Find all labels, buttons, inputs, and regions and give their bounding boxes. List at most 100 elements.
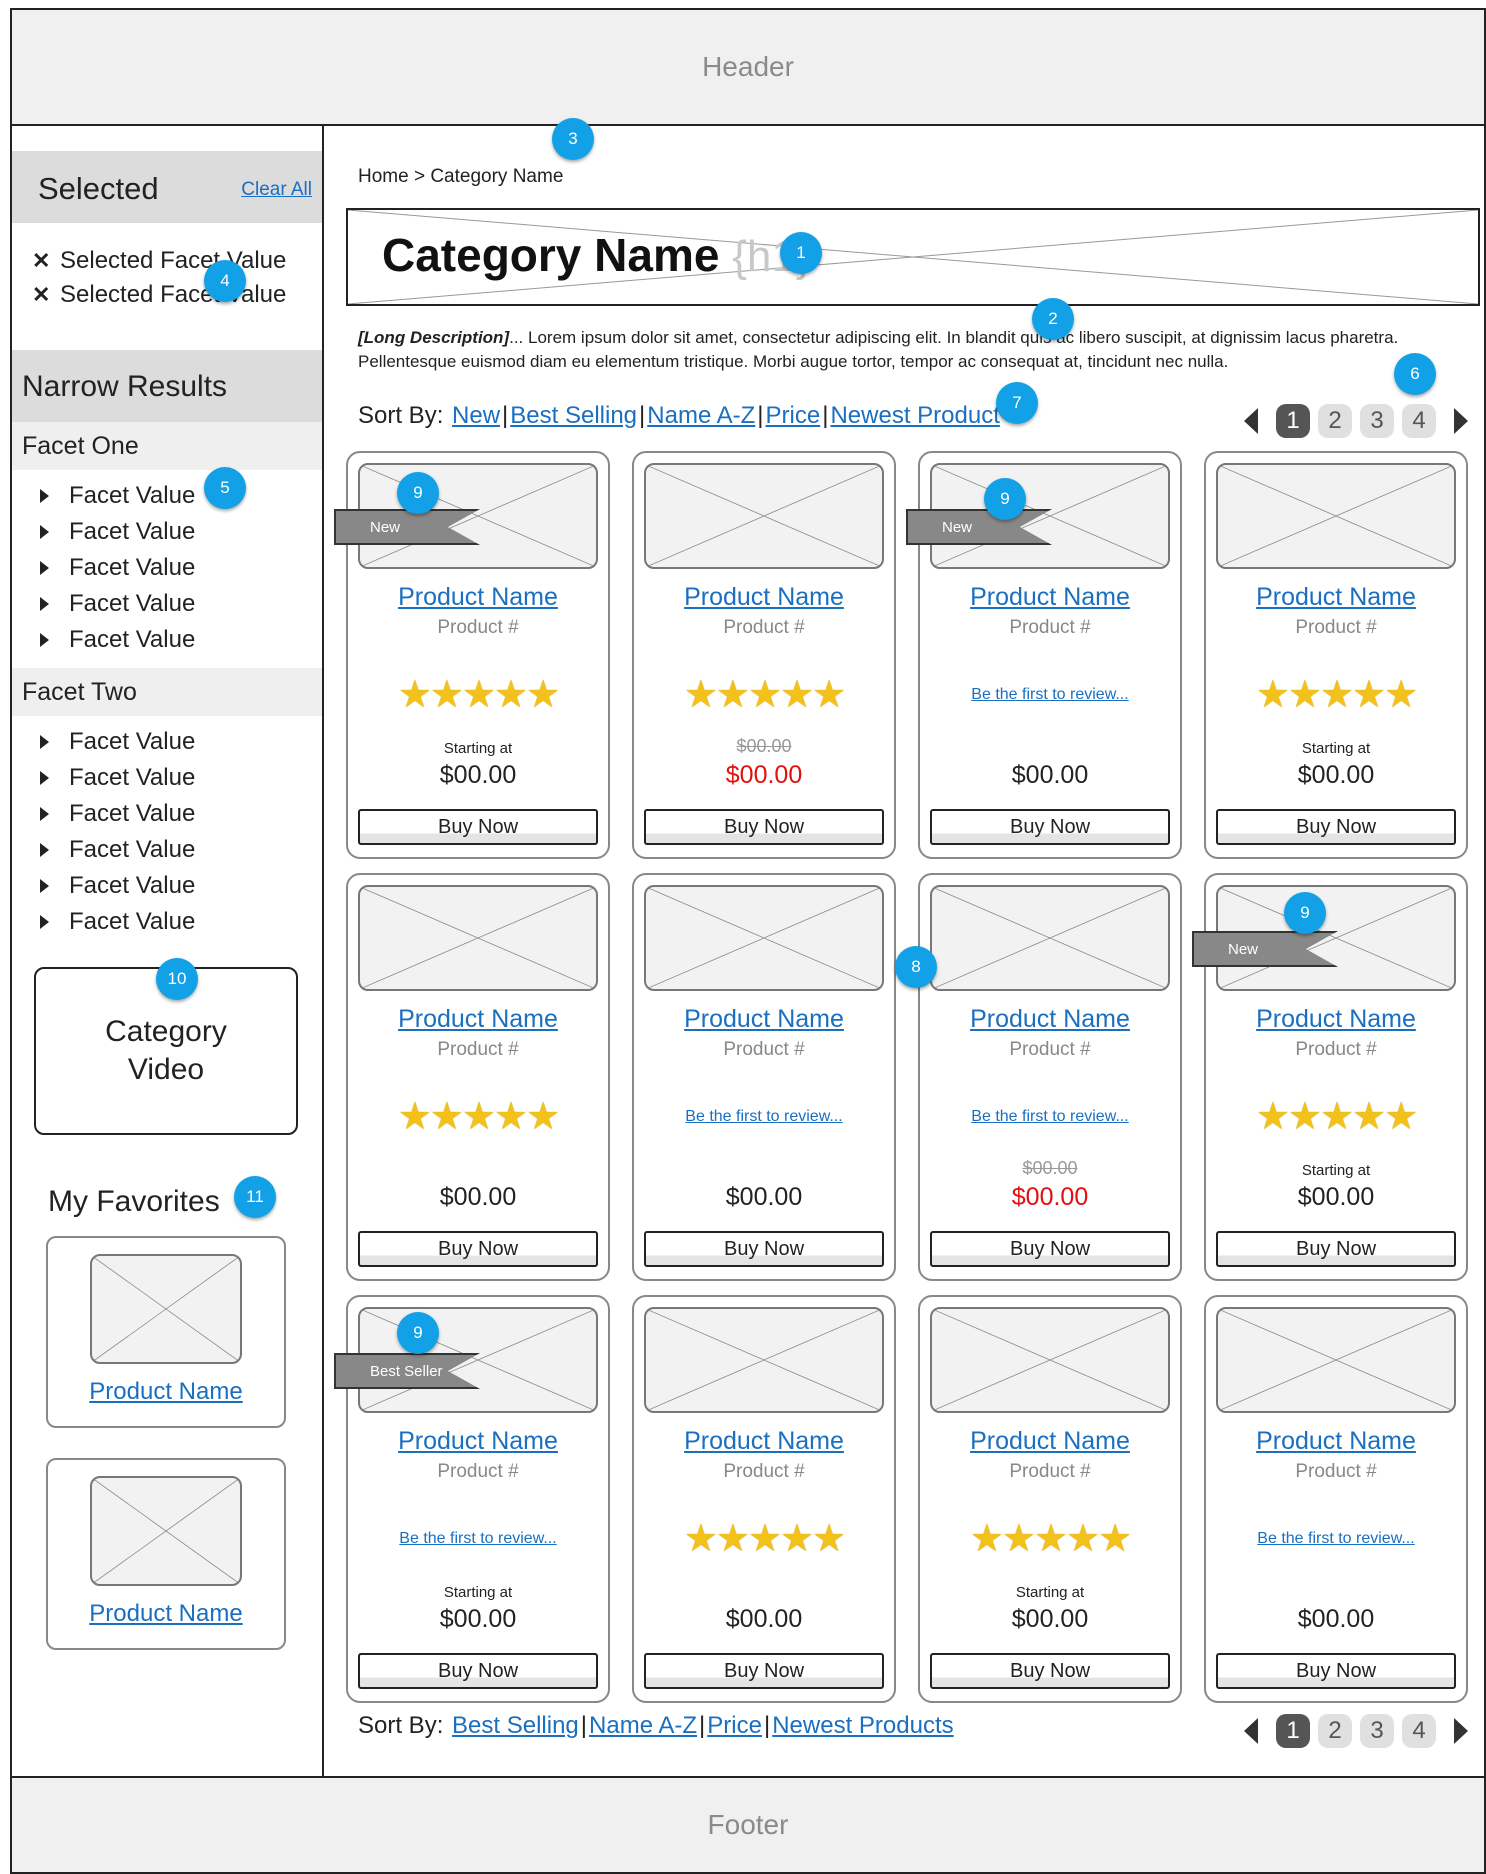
long-description: [Long Description]... Lorem ipsum dolor …	[358, 326, 1468, 374]
sort-option-newest[interactable]: Newest Products	[772, 1712, 953, 1739]
product-card[interactable]: New Product Name Product # Be the first to …	[906, 451, 1182, 859]
facet-value-item[interactable]: Facet Value	[40, 586, 195, 622]
sort-option-newest[interactable]: Newest Product	[830, 402, 999, 429]
page-button-2[interactable]: 2	[1318, 1714, 1352, 1748]
product-image-placeholder[interactable]	[644, 885, 884, 991]
buy-now-button[interactable]: Buy Now	[644, 1653, 884, 1689]
product-image-placeholder[interactable]	[644, 1307, 884, 1413]
facet-value-item[interactable]: Facet Value	[40, 832, 195, 868]
page-button-3[interactable]: 3	[1360, 404, 1394, 438]
product-name-link[interactable]: Product Name	[348, 1005, 608, 1034]
clear-all-link[interactable]: Clear All	[241, 179, 312, 201]
buy-now-button[interactable]: Buy Now	[358, 1653, 598, 1689]
product-image-placeholder	[90, 1476, 242, 1586]
favorite-product-link[interactable]: Product Name	[48, 1378, 284, 1406]
product-card[interactable]: New Product Name Product # ★★★★★ Starting at…	[1192, 873, 1468, 1281]
prev-page-icon[interactable]	[1244, 408, 1258, 434]
product-card[interactable]: Product Name Product # Be the first to rev…	[1204, 1295, 1468, 1703]
favorite-product-link[interactable]: Product Name	[48, 1600, 284, 1628]
product-name-link[interactable]: Product Name	[348, 583, 608, 612]
product-card[interactable]: Product Name Product # ★★★★★ Starting at $00…	[918, 1295, 1182, 1703]
facet-value-item[interactable]: Facet Value	[40, 622, 195, 658]
favorite-card[interactable]: Product Name	[46, 1458, 286, 1650]
facet-two-header[interactable]: Facet Two	[12, 668, 322, 716]
buy-now-button[interactable]: Buy Now	[644, 1231, 884, 1267]
sort-option-price[interactable]: Price	[707, 1712, 762, 1739]
first-review-link[interactable]: Be the first to review...	[920, 686, 1180, 704]
page-button-1[interactable]: 1	[1276, 404, 1310, 438]
first-review-link[interactable]: Be the first to review...	[920, 1108, 1180, 1126]
page-button-4[interactable]: 4	[1402, 1714, 1436, 1748]
product-card[interactable]: Product Name Product # ★★★★★ Starting at $00…	[1204, 451, 1468, 859]
page-button-2[interactable]: 2	[1318, 404, 1352, 438]
page-button-3[interactable]: 3	[1360, 1714, 1394, 1748]
buy-now-button[interactable]: Buy Now	[930, 1653, 1170, 1689]
facet-value-item[interactable]: Facet Value	[40, 796, 195, 832]
product-card[interactable]: Product Name Product # Be the first to rev…	[632, 873, 896, 1281]
selected-facet-item[interactable]: ✕ Selected Facet Value	[32, 244, 286, 278]
sort-option-new[interactable]: New	[452, 402, 500, 429]
sort-option-price[interactable]: Price	[766, 402, 821, 429]
page-button-1[interactable]: 1	[1276, 1714, 1310, 1748]
facet-value-item[interactable]: Facet Value	[40, 514, 195, 550]
sort-option-name-az[interactable]: Name A-Z	[589, 1712, 697, 1739]
first-review-link[interactable]: Be the first to review...	[634, 1108, 894, 1126]
product-name-link[interactable]: Product Name	[634, 1427, 894, 1456]
buy-now-button[interactable]: Buy Now	[930, 809, 1170, 845]
next-page-icon[interactable]	[1454, 1718, 1468, 1744]
page-title: Category Name {h1}	[382, 228, 811, 282]
product-card[interactable]: Product Name Product # ★★★★★ $00.00 Buy Now	[346, 873, 610, 1281]
facet-value-item[interactable]: Facet Value	[40, 868, 195, 904]
product-image-placeholder[interactable]	[930, 1307, 1170, 1413]
product-image-placeholder[interactable]	[1216, 463, 1456, 569]
buy-now-button[interactable]: Buy Now	[930, 1231, 1170, 1267]
selected-facet-item[interactable]: ✕ Selected Facet Value	[32, 278, 286, 312]
sort-option-best-selling[interactable]: Best Selling	[452, 1712, 579, 1739]
product-image-placeholder[interactable]	[1216, 1307, 1456, 1413]
buy-now-button[interactable]: Buy Now	[1216, 1653, 1456, 1689]
product-name-link[interactable]: Product Name	[920, 583, 1180, 612]
product-card[interactable]: Product Name Product # Be the first to rev…	[918, 873, 1182, 1281]
first-review-link[interactable]: Be the first to review...	[348, 1530, 608, 1548]
product-name-link[interactable]: Product Name	[920, 1427, 1180, 1456]
remove-icon[interactable]: ✕	[32, 248, 60, 274]
sort-option-best-selling[interactable]: Best Selling	[510, 402, 637, 429]
buy-now-button[interactable]: Buy Now	[1216, 1231, 1456, 1267]
product-name-link[interactable]: Product Name	[348, 1427, 608, 1456]
next-page-icon[interactable]	[1454, 408, 1468, 434]
facet-value-item[interactable]: Facet Value	[40, 760, 195, 796]
product-card[interactable]: Best Seller Product Name Product # Be the f…	[334, 1295, 610, 1703]
product-card[interactable]: New Product Name Product # ★★★★★ Starting at…	[334, 451, 610, 859]
sort-option-name-az[interactable]: Name A-Z	[647, 402, 755, 429]
prev-page-icon[interactable]	[1244, 1718, 1258, 1744]
product-image-placeholder[interactable]	[644, 463, 884, 569]
product-name-link[interactable]: Product Name	[1206, 583, 1466, 612]
remove-icon[interactable]: ✕	[32, 282, 60, 308]
product-image-placeholder[interactable]	[358, 885, 598, 991]
product-card[interactable]: Product Name Product # ★★★★★ $00.00 $00.00 Bu…	[632, 451, 896, 859]
selected-facet-label: Selected Facet Value	[60, 247, 287, 274]
page-button-4[interactable]: 4	[1402, 404, 1436, 438]
facet-value-item[interactable]: Facet Value	[40, 904, 195, 940]
buy-now-button[interactable]: Buy Now	[358, 809, 598, 845]
breadcrumb[interactable]: Home > Category Name	[358, 166, 563, 188]
product-name-link[interactable]: Product Name	[1206, 1427, 1466, 1456]
first-review-link[interactable]: Be the first to review...	[1206, 1530, 1466, 1548]
facet-value-item[interactable]: Facet Value	[40, 478, 195, 514]
product-price: $00.00	[1011, 761, 1089, 789]
facet-value-item[interactable]: Facet Value	[40, 550, 195, 586]
product-image-placeholder[interactable]	[930, 885, 1170, 991]
facet-value-item[interactable]: Facet Value	[40, 724, 195, 760]
product-name-link[interactable]: Product Name	[1206, 1005, 1466, 1034]
product-card[interactable]: Product Name Product # ★★★★★ $00.00 Buy Now	[632, 1295, 896, 1703]
product-name-link[interactable]: Product Name	[634, 1005, 894, 1034]
favorite-card[interactable]: Product Name	[46, 1236, 286, 1428]
callout-11: 11	[234, 1176, 276, 1218]
buy-now-button[interactable]: Buy Now	[1216, 809, 1456, 845]
buy-now-button[interactable]: Buy Now	[358, 1231, 598, 1267]
product-name-link[interactable]: Product Name	[634, 583, 894, 612]
product-name-link[interactable]: Product Name	[920, 1005, 1180, 1034]
callout-3: 3	[552, 118, 594, 160]
buy-now-button[interactable]: Buy Now	[644, 809, 884, 845]
facet-one-header[interactable]: Facet One	[12, 422, 322, 470]
